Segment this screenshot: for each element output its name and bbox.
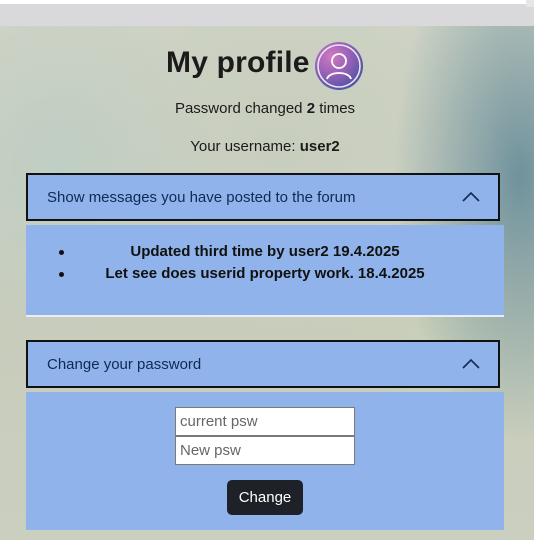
password-changed-number: 2	[306, 100, 316, 117]
message-text: Let see does userid property work. 18.4.…	[105, 265, 425, 282]
username-label: Your username:	[190, 138, 300, 155]
bullet	[59, 250, 64, 255]
password-changed-prefix: Password changed	[174, 100, 307, 117]
message-text: Updated third time by user2 19.4.2025	[130, 243, 400, 260]
password-accordion-label: Change your password	[47, 355, 202, 373]
messages-list: Updated third time by user2 19.4.2025 Le…	[26, 241, 504, 285]
profile-header: My profile	[0, 42, 534, 90]
scrollbar-corner	[526, 0, 534, 7]
bullet	[59, 272, 64, 277]
browser-top-divider	[0, 4, 534, 26]
page-title: My profile	[166, 46, 310, 79]
change-password-button[interactable]: Change	[227, 480, 303, 515]
messages-accordion-header[interactable]: Show messages you have posted to the for…	[26, 173, 500, 221]
list-item: Let see does userid property work. 18.4.…	[26, 263, 504, 285]
password-change-count: Password changed 2 times	[0, 100, 530, 117]
password-changed-suffix: times	[315, 100, 356, 117]
username-value: user2	[299, 138, 340, 155]
username-line: Your username: user2	[0, 138, 530, 155]
list-item: Updated third time by user2 19.4.2025	[26, 241, 504, 263]
chevron-up-icon	[462, 358, 480, 369]
section-divider	[26, 315, 504, 317]
messages-accordion-label: Show messages you have posted to the for…	[47, 188, 356, 206]
password-accordion-header[interactable]: Change your password	[26, 340, 500, 388]
new-password-input[interactable]	[175, 436, 355, 465]
chevron-up-icon	[462, 191, 480, 202]
user-avatar-icon	[315, 42, 363, 90]
messages-accordion-body: Updated third time by user2 19.4.2025 Le…	[26, 225, 504, 315]
current-password-input[interactable]	[175, 407, 355, 436]
